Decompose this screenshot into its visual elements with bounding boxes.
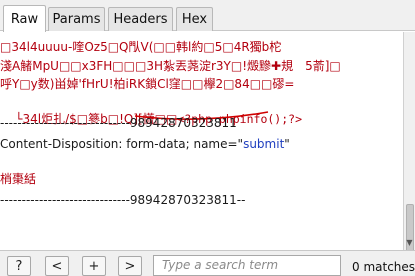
scroll-down-icon[interactable]: ▼ <box>404 237 415 249</box>
previous-match-button[interactable]: < <box>45 256 69 276</box>
match-count: 0 matches <box>352 260 415 274</box>
field-name-value: submit <box>243 137 285 151</box>
tab-raw[interactable]: Raw <box>3 5 46 32</box>
tab-headers[interactable]: Headers <box>108 7 173 31</box>
vertical-scrollbar[interactable]: ▼ <box>403 32 415 264</box>
boundary-line: ------------------------------9894287032… <box>0 116 237 130</box>
closing-boundary-line: ------------------------------9894287032… <box>0 193 246 207</box>
header-quote: " <box>284 137 290 151</box>
tab-hex[interactable]: Hex <box>176 7 213 31</box>
body-line-8: 梢棗絬 <box>0 172 37 186</box>
search-input[interactable]: Type a search term <box>153 255 341 276</box>
header-name: Content-Disposition: form-data; name=" <box>0 137 244 151</box>
search-bar: ? < + > Type a search term 0 matches <box>0 250 415 276</box>
content-disposition-line: Content-Disposition: form-data; name="su… <box>0 136 290 152</box>
request-editor[interactable]: □34l4uuuu-喹Oz5□Q閄V(□□韩l約□5□4R獨b柁 淺A觰MpU□… <box>0 32 403 250</box>
next-match-button[interactable]: > <box>118 256 142 276</box>
tab-params[interactable]: Params <box>48 7 105 31</box>
help-button[interactable]: ? <box>7 256 31 276</box>
tab-bar: Raw Params Headers Hex <box>0 0 415 32</box>
add-button[interactable]: + <box>82 256 106 276</box>
